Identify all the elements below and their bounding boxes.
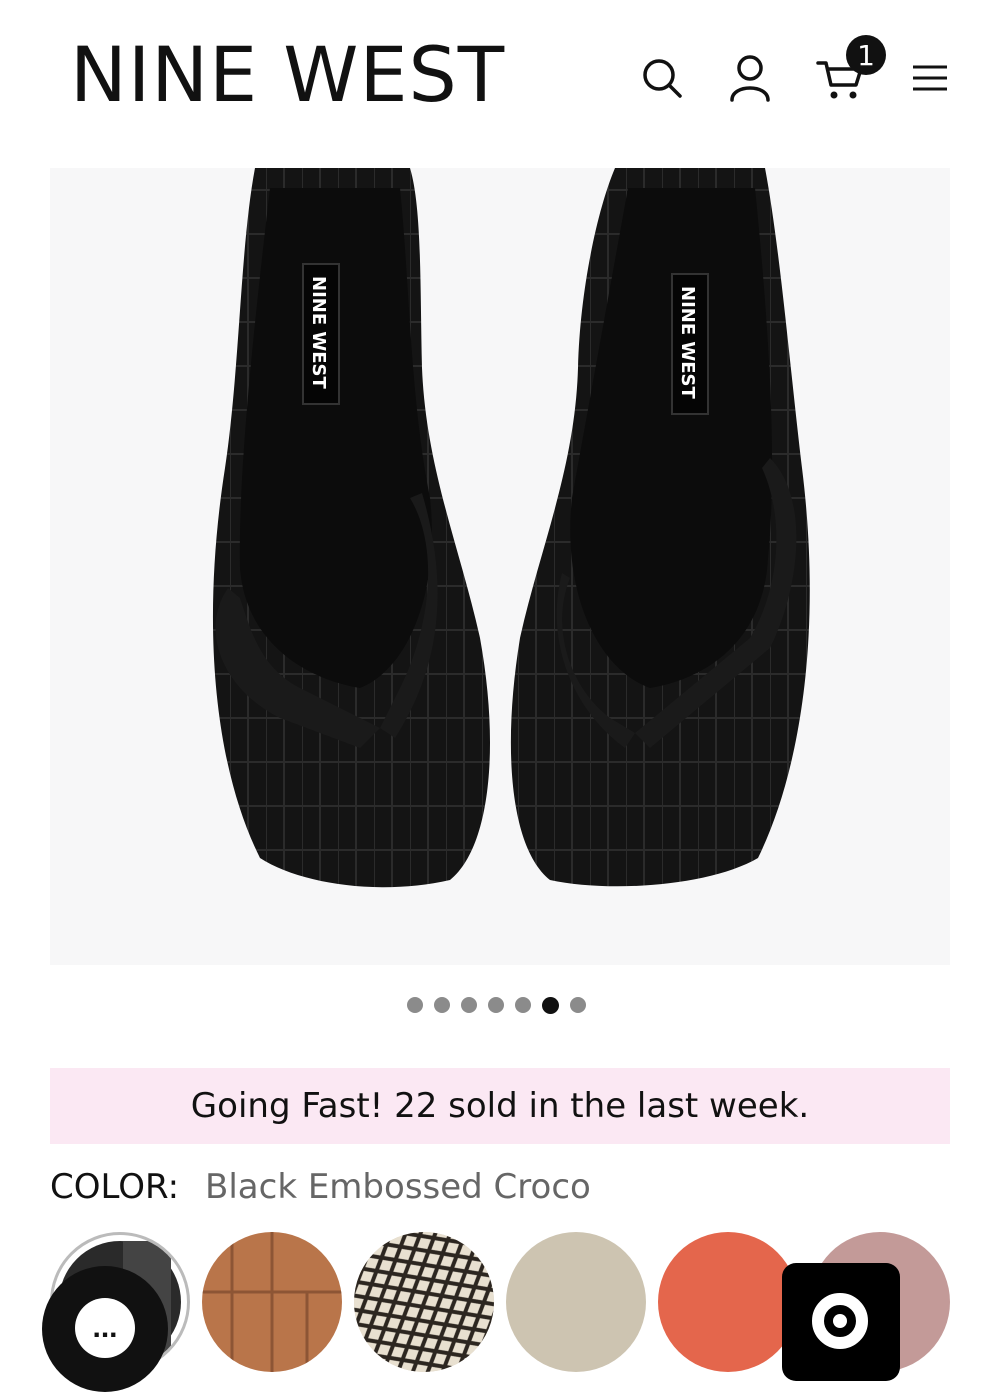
help-widget-button[interactable]: [782, 1263, 900, 1381]
swatch-orange[interactable]: [658, 1232, 798, 1372]
account-icon[interactable]: [722, 50, 778, 106]
search-icon[interactable]: [634, 50, 690, 106]
color-selector-header: COLOR: Black Embossed Croco: [50, 1163, 591, 1211]
cart-count-badge: 1: [846, 35, 886, 75]
carousel-dot-3[interactable]: [460, 997, 477, 1013]
carousel-dot-1[interactable]: [406, 997, 423, 1013]
chat-icon: ...: [75, 1298, 135, 1358]
carousel-dot-7[interactable]: [569, 997, 586, 1013]
insole-brand-right: NINE WEST: [677, 286, 698, 400]
swatch-snake-print[interactable]: [354, 1232, 494, 1372]
swatch-brown-croco[interactable]: [202, 1232, 342, 1372]
site-header: NINE WEST 1: [0, 0, 1000, 150]
color-label: COLOR:: [50, 1167, 180, 1207]
menu-icon[interactable]: [902, 50, 958, 106]
urgency-banner: Going Fast! 22 sold in the last week.: [50, 1068, 950, 1144]
help-icon: [812, 1293, 868, 1349]
insole-brand-left: NINE WEST: [308, 276, 329, 390]
carousel-dot-2[interactable]: [433, 997, 450, 1013]
carousel-pagination: [0, 995, 1000, 1015]
swatch-beige[interactable]: [506, 1232, 646, 1372]
chat-widget-button[interactable]: ...: [42, 1266, 168, 1392]
product-image[interactable]: NINE WEST NINE WEST: [50, 168, 950, 965]
carousel-dot-4[interactable]: [487, 997, 504, 1013]
sandals-illustration: NINE WEST NINE WEST: [212, 168, 810, 888]
brand-logo[interactable]: NINE WEST: [70, 30, 505, 120]
selected-color-name: Black Embossed Croco: [205, 1167, 591, 1207]
carousel-dot-6-active[interactable]: [541, 996, 559, 1014]
carousel-dot-5[interactable]: [514, 997, 531, 1013]
